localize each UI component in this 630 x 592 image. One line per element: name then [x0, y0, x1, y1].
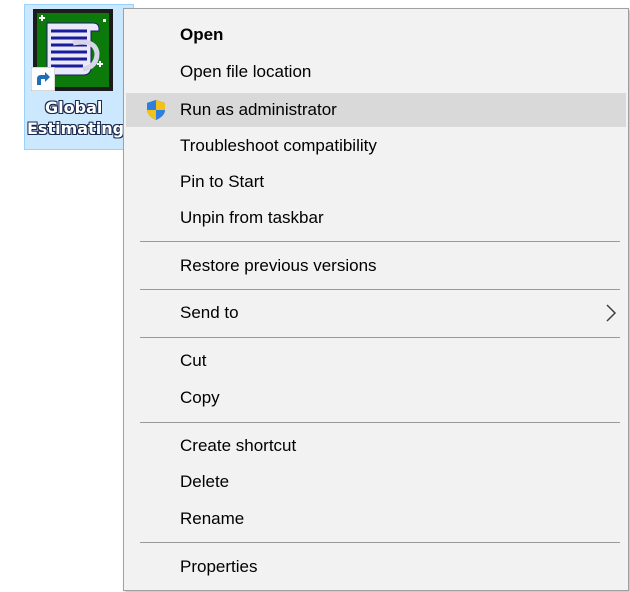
chevron-right-icon [606, 304, 617, 322]
menu-item-rename[interactable]: Rename [126, 502, 626, 536]
menu-item-delete[interactable]: Delete [126, 465, 626, 499]
menu-item-label: Pin to Start [180, 172, 265, 191]
menu-item-label: Copy [180, 388, 220, 407]
label-line-2: Estimating [27, 119, 125, 138]
menu-item-open[interactable]: Open [126, 18, 626, 52]
menu-item-label: Open file location [180, 62, 312, 81]
menu-separator [140, 337, 620, 338]
menu-item-label: Unpin from taskbar [180, 208, 324, 227]
menu-item-label: Rename [180, 509, 245, 528]
menu-item-open-file-location[interactable]: Open file location [126, 55, 626, 89]
context-menu: Open Open file location Run as administr… [123, 8, 629, 591]
menu-item-create-shortcut[interactable]: Create shortcut [126, 429, 626, 463]
menu-item-troubleshoot-compatibility[interactable]: Troubleshoot compatibility [126, 129, 626, 163]
menu-item-label: Restore previous versions [180, 256, 377, 275]
menu-item-label: Run as administrator [180, 100, 337, 119]
menu-item-label: Create shortcut [180, 436, 297, 455]
menu-item-restore-previous-versions[interactable]: Restore previous versions [126, 249, 626, 283]
menu-separator [140, 542, 620, 543]
menu-item-label: Delete [180, 472, 230, 491]
menu-item-label: Open [180, 25, 224, 44]
desktop: Global Estimating Open Open file locatio… [0, 0, 630, 592]
menu-item-label: Troubleshoot compatibility [180, 136, 377, 155]
desktop-shortcut-label: Global Estimating [25, 97, 135, 139]
uac-shield-icon [147, 100, 165, 120]
desktop-shortcut-global-estimating[interactable]: Global Estimating [24, 4, 134, 150]
shortcut-arrow-icon [31, 67, 55, 91]
menu-item-label: Send to [180, 303, 239, 322]
menu-item-pin-to-start[interactable]: Pin to Start [126, 165, 626, 199]
menu-item-label: Cut [180, 351, 207, 370]
menu-separator [140, 241, 620, 242]
menu-separator [140, 289, 620, 290]
menu-item-cut[interactable]: Cut [126, 344, 626, 378]
menu-item-copy[interactable]: Copy [126, 381, 626, 415]
label-line-1: Global [45, 98, 103, 117]
menu-item-unpin-from-taskbar[interactable]: Unpin from taskbar [126, 201, 626, 235]
menu-item-run-as-administrator[interactable]: Run as administrator [126, 93, 626, 127]
menu-item-send-to[interactable]: Send to [126, 296, 626, 330]
menu-item-properties[interactable]: Properties [126, 550, 626, 584]
menu-separator [140, 422, 620, 423]
menu-item-label: Properties [180, 557, 258, 576]
